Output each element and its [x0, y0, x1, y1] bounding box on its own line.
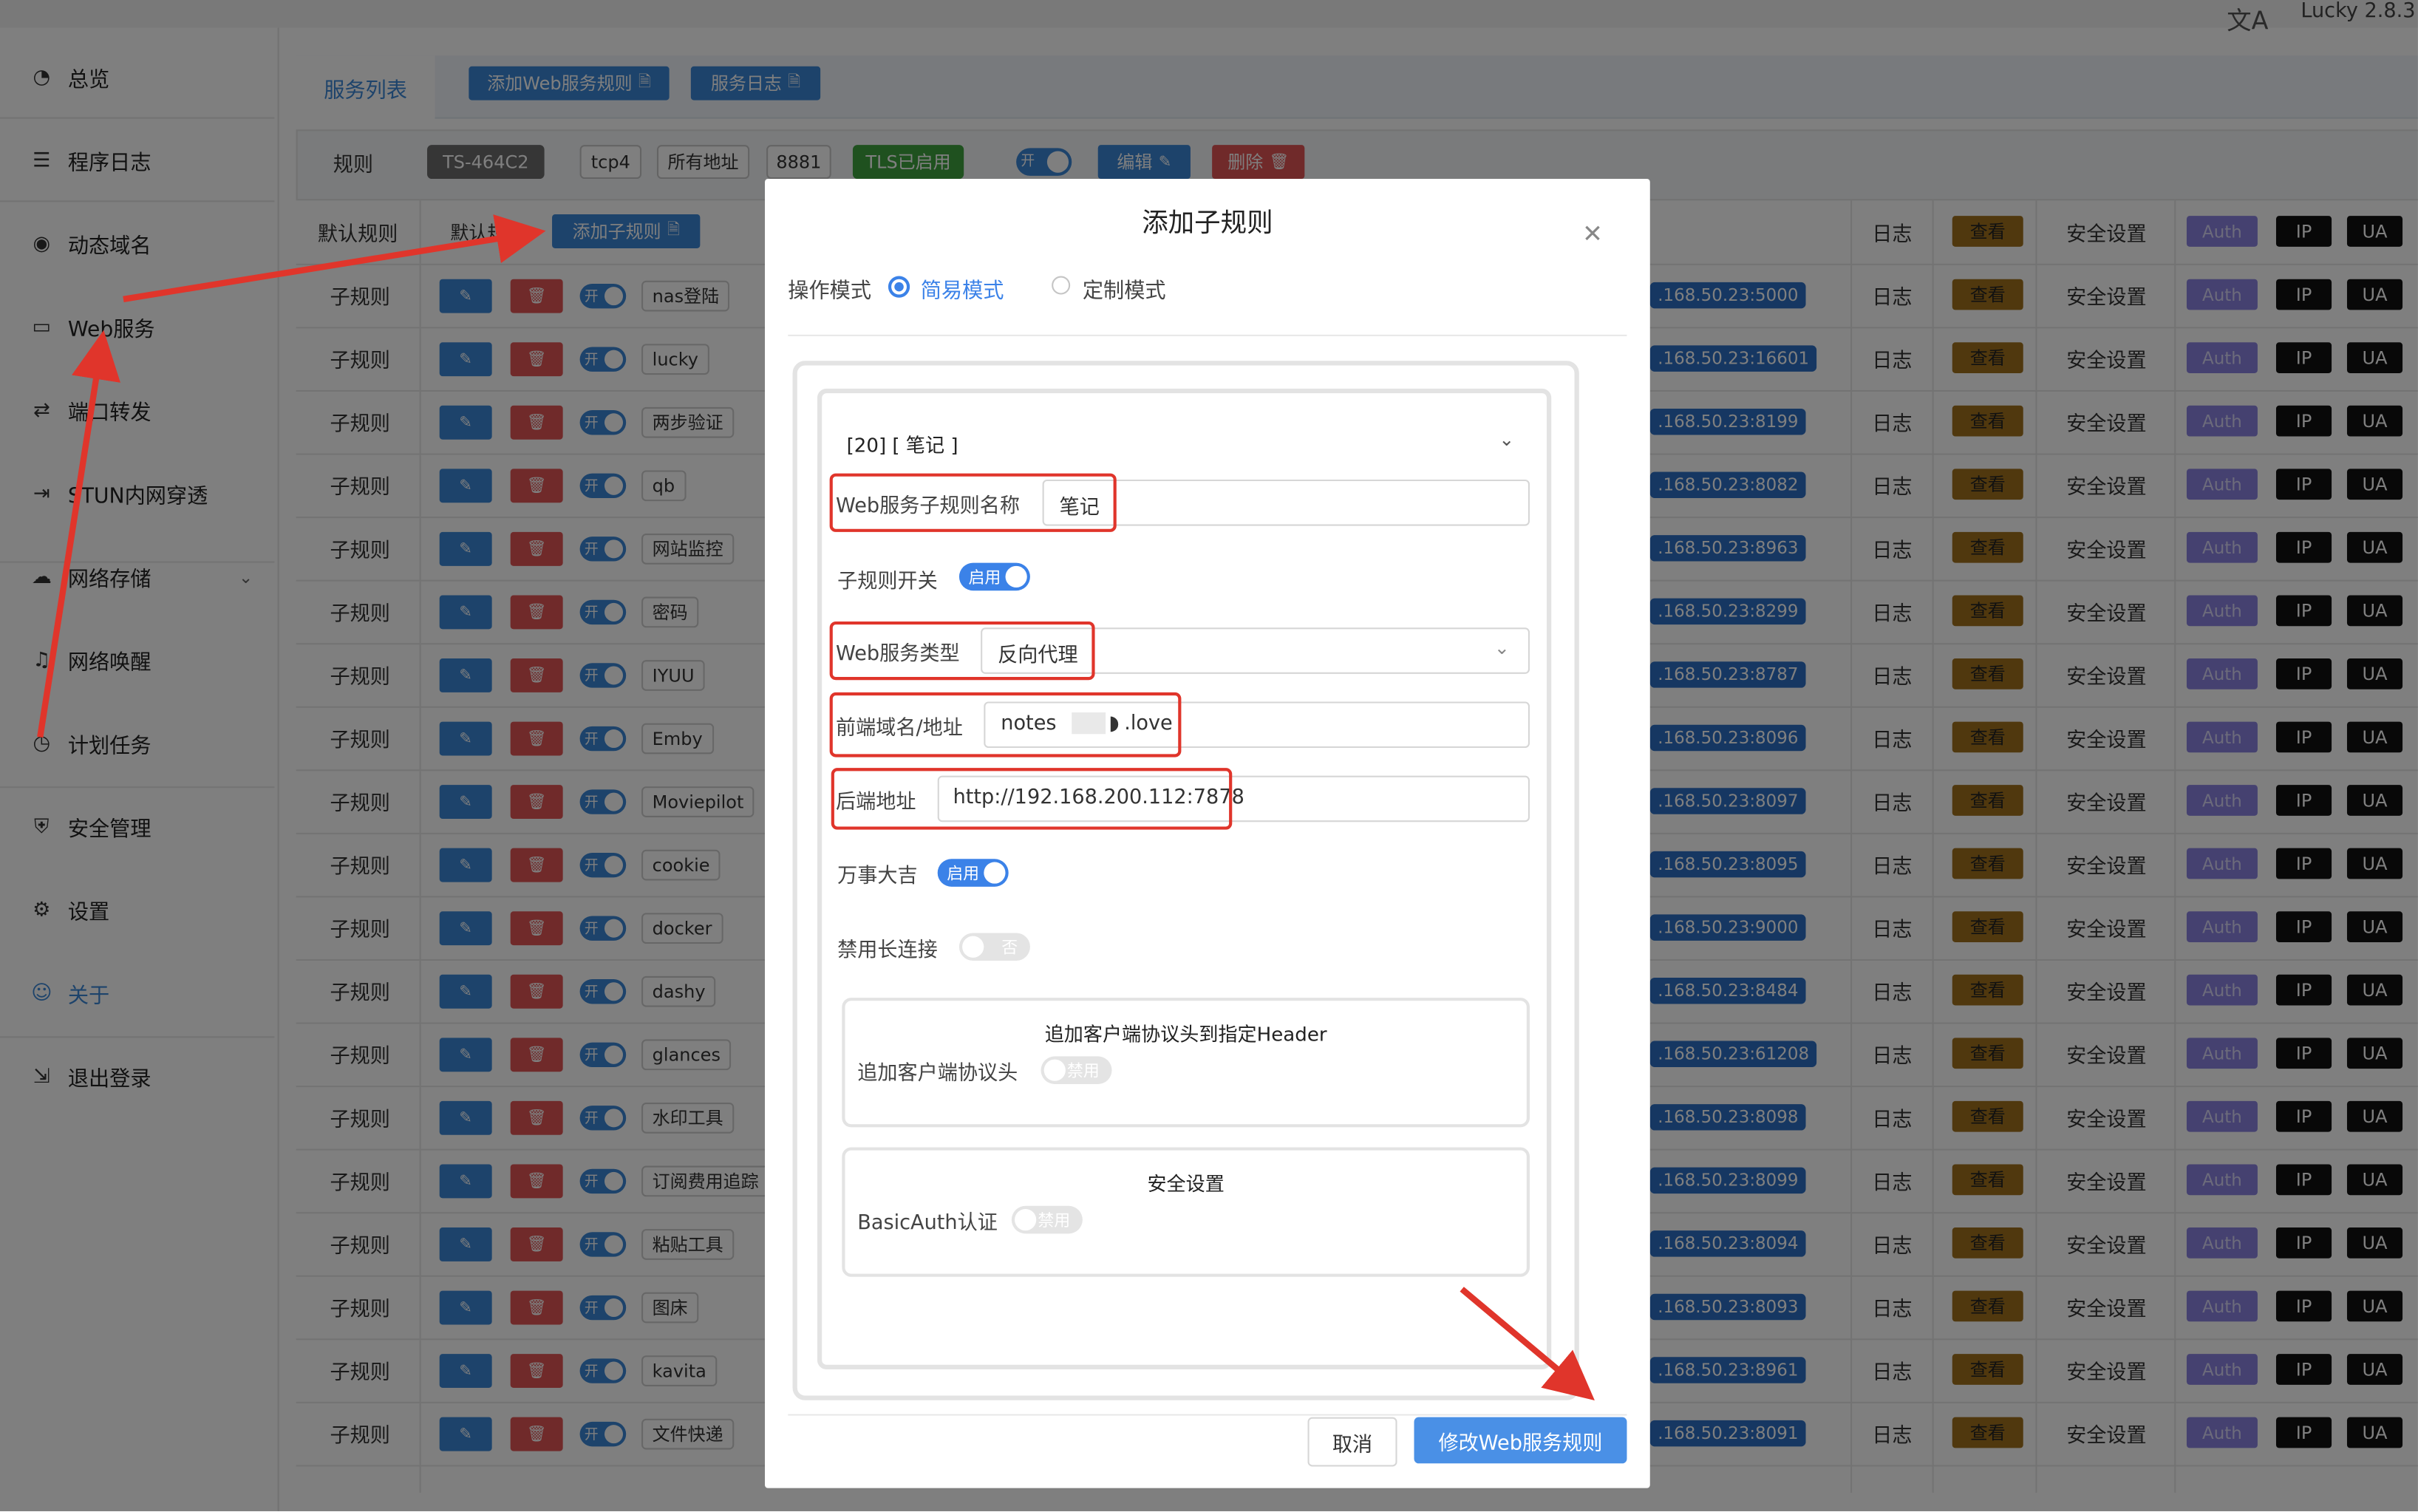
arrow-to-add-sub-rule [123, 214, 546, 302]
annotation-arrows [37, 214, 1595, 1401]
arrow-to-web-service [37, 330, 120, 738]
arrow-to-submit [1460, 1287, 1595, 1401]
